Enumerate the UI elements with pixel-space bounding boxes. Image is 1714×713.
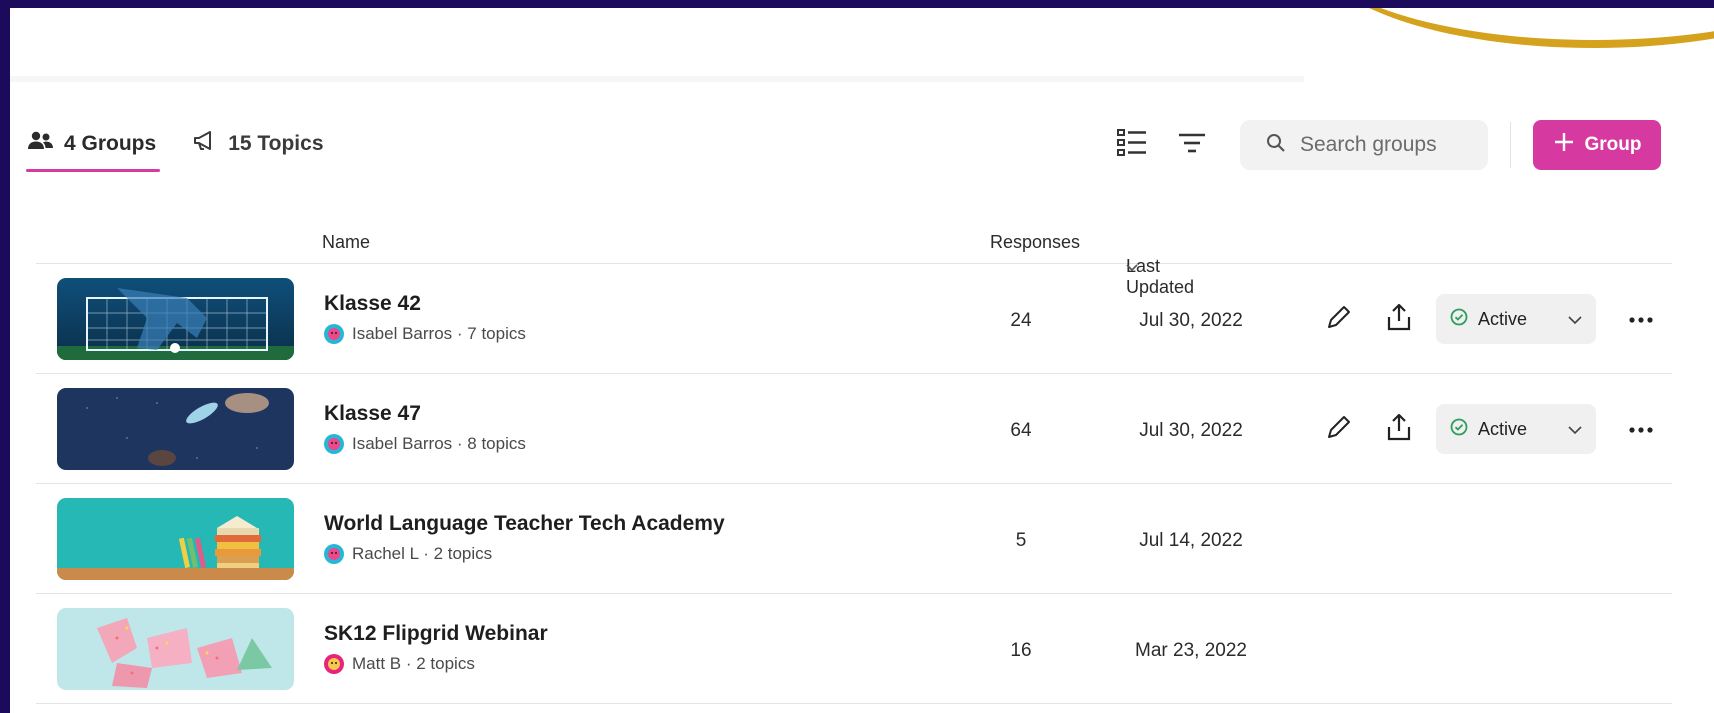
list-view-button[interactable] <box>1110 123 1154 167</box>
last-updated: Jul 30, 2022 <box>1139 310 1243 331</box>
chevron-down-icon <box>1568 419 1582 440</box>
check-circle-icon <box>1450 418 1468 441</box>
column-header-responses[interactable]: Responses <box>990 232 1080 253</box>
groups-table: Name Responses Last Updated Klasse 42 Is… <box>36 208 1672 704</box>
group-info: Klasse 42 Isabel Barros · 7 topics <box>324 292 526 344</box>
group-title[interactable]: Klasse 47 <box>324 402 526 426</box>
group-info: World Language Teacher Tech Academy Rach… <box>324 512 725 564</box>
row-actions: Active <box>1316 404 1664 454</box>
avatar <box>324 324 344 344</box>
share-icon <box>1385 412 1413 447</box>
status-dropdown[interactable]: Active <box>1436 404 1596 454</box>
group-thumbnail <box>57 388 294 470</box>
group-subtitle: Isabel Barros · 8 topics <box>324 434 526 454</box>
group-subtitle: Matt B · 2 topics <box>324 654 548 674</box>
toolbar: Group <box>1110 120 1661 170</box>
share-button[interactable] <box>1376 406 1422 452</box>
more-icon <box>1629 420 1653 438</box>
more-icon <box>1629 310 1653 328</box>
add-group-button[interactable]: Group <box>1533 120 1661 170</box>
table-row[interactable]: Klasse 42 Isabel Barros · 7 topics 24 Ju… <box>36 264 1672 374</box>
check-circle-icon <box>1450 308 1468 331</box>
more-options-button[interactable] <box>1618 296 1664 342</box>
group-owner-topics: Isabel Barros · 7 topics <box>352 324 526 343</box>
last-updated: Jul 14, 2022 <box>1139 530 1243 551</box>
responses-count: 5 <box>1015 530 1027 551</box>
share-icon <box>1385 302 1413 337</box>
avatar <box>324 544 344 564</box>
header-band <box>10 8 1314 82</box>
main-panel: 4 Groups 15 Topics Search groups Group N… <box>10 8 1714 713</box>
status-dropdown[interactable]: Active <box>1436 294 1596 344</box>
responses-count: 24 <box>1010 310 1032 331</box>
group-title[interactable]: World Language Teacher Tech Academy <box>324 512 725 536</box>
tab-groups-label: 4 Groups <box>64 132 157 155</box>
avatar <box>324 434 344 454</box>
table-header: Name Responses Last Updated <box>36 208 1672 297</box>
share-button[interactable] <box>1376 296 1422 342</box>
group-subtitle: Rachel L · 2 topics <box>324 544 725 564</box>
toolbar-divider <box>1510 122 1511 168</box>
responses-count: 16 <box>1010 640 1032 661</box>
tab-bar: 4 Groups 15 Topics <box>25 128 324 172</box>
tab-topics-label: 15 Topics <box>228 132 324 155</box>
megaphone-icon <box>192 130 218 158</box>
group-thumbnail <box>57 498 294 580</box>
group-owner-topics: Matt B · 2 topics <box>352 654 475 673</box>
pencil-icon <box>1325 303 1353 336</box>
decorative-corner-art <box>1304 8 1714 84</box>
table-row[interactable]: Klasse 47 Isabel Barros · 8 topics 64 Ju… <box>36 374 1672 484</box>
chevron-down-icon <box>1568 309 1582 330</box>
group-owner-topics: Rachel L · 2 topics <box>352 544 493 563</box>
list-icon <box>1117 128 1147 162</box>
users-icon <box>28 130 54 158</box>
responses-count: 64 <box>1010 420 1032 441</box>
group-info: SK12 Flipgrid Webinar Matt B · 2 topics <box>324 622 548 674</box>
pencil-icon <box>1325 413 1353 446</box>
group-title[interactable]: SK12 Flipgrid Webinar <box>324 622 548 646</box>
tab-topics[interactable]: 15 Topics <box>192 128 324 160</box>
status-label: Active <box>1478 418 1528 439</box>
search-box <box>1240 120 1488 170</box>
table-row[interactable]: SK12 Flipgrid Webinar Matt B · 2 topics … <box>36 594 1672 704</box>
top-bar <box>10 0 1314 8</box>
edit-button[interactable] <box>1316 296 1362 342</box>
group-thumbnail <box>57 608 294 690</box>
row-actions: Active <box>1316 294 1664 344</box>
group-info: Klasse 47 Isabel Barros · 8 topics <box>324 402 526 454</box>
status-label: Active <box>1478 308 1528 329</box>
group-title[interactable]: Klasse 42 <box>324 292 526 316</box>
filter-icon <box>1178 132 1206 159</box>
add-group-label: Group <box>1584 134 1642 155</box>
search-icon <box>1266 133 1286 158</box>
last-updated: Jul 30, 2022 <box>1139 420 1243 441</box>
filter-button[interactable] <box>1170 123 1214 167</box>
plus-icon <box>1553 131 1575 159</box>
avatar <box>324 654 344 674</box>
group-subtitle: Isabel Barros · 7 topics <box>324 324 526 344</box>
group-owner-topics: Isabel Barros · 8 topics <box>352 434 526 453</box>
group-thumbnail <box>57 278 294 360</box>
table-row[interactable]: World Language Teacher Tech Academy Rach… <box>36 484 1672 594</box>
column-header-name[interactable]: Name <box>322 232 370 253</box>
more-options-button[interactable] <box>1618 406 1664 452</box>
edit-button[interactable] <box>1316 406 1362 452</box>
last-updated: Mar 23, 2022 <box>1135 640 1247 661</box>
search-input[interactable] <box>1298 132 1472 158</box>
tab-groups[interactable]: 4 Groups <box>25 128 161 172</box>
